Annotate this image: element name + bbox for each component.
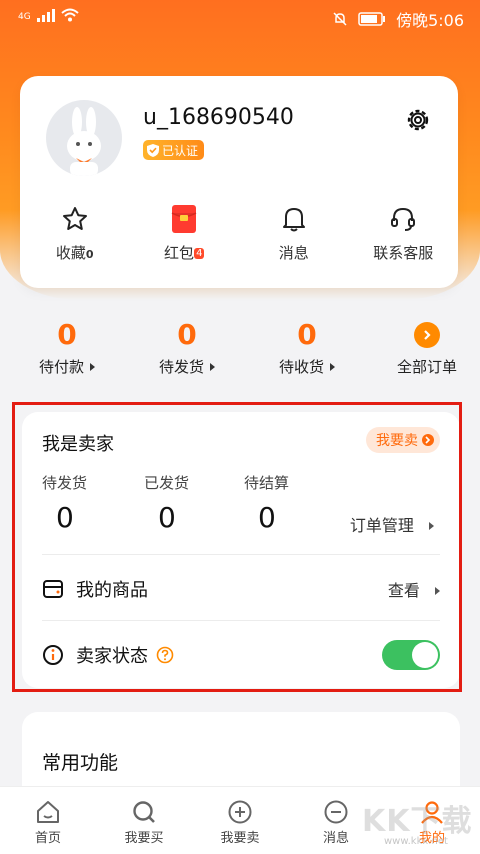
quick-action-label: 红包 — [164, 244, 195, 262]
home-icon — [37, 801, 59, 823]
profile-card: u_168690540 已认证 收藏0 红包 4 消息 联系客服 — [20, 76, 458, 288]
quick-action-label: 联系客服 — [373, 244, 434, 262]
order-label: 待收货 — [278, 358, 324, 376]
wifi-icon — [61, 8, 79, 22]
avatar[interactable] — [46, 100, 122, 176]
battery-icon — [358, 12, 386, 26]
rabbit-avatar-icon — [67, 107, 101, 176]
buyer-order-row: 0 待付款 0 待发货 0 待收货 全部订单 — [0, 318, 480, 382]
tab-sell[interactable]: 我要卖 — [192, 787, 288, 854]
triangle-right-icon — [210, 363, 215, 371]
highlight-frame — [12, 402, 462, 692]
watermark: KK下载 — [362, 804, 473, 839]
tab-buy[interactable]: 我要买 — [96, 787, 192, 854]
tab-label: 消息 — [322, 831, 349, 846]
quick-action-messages[interactable]: 消息 — [249, 204, 339, 263]
order-label: 待发货 — [158, 358, 204, 376]
verified-label: 已认证 — [162, 143, 199, 158]
tab-label: 我要卖 — [220, 831, 260, 846]
order-count: 0 — [177, 318, 197, 351]
order-pending-shipment[interactable]: 0 待发货 — [134, 318, 240, 382]
clock: 傍晚5:06 — [396, 11, 464, 30]
chat-icon — [324, 800, 348, 824]
status-bar: 4G 傍晚5:06 — [0, 0, 480, 36]
favorites-count: 0 — [85, 248, 94, 261]
tab-label: 首页 — [34, 831, 61, 846]
mute-bell-icon — [333, 12, 347, 26]
quick-action-favorites[interactable]: 收藏0 — [30, 204, 120, 263]
order-count: 0 — [57, 318, 77, 351]
quick-action-customer-service[interactable]: 联系客服 — [358, 204, 448, 263]
order-all[interactable]: 全部订单 — [374, 318, 480, 382]
tab-label: 我要买 — [124, 831, 164, 846]
triangle-right-icon — [330, 363, 335, 371]
quick-action-label: 消息 — [278, 244, 309, 262]
tab-home[interactable]: 首页 — [0, 787, 96, 854]
order-count: 0 — [297, 318, 317, 351]
gear-icon[interactable] — [404, 106, 432, 134]
order-label: 全部订单 — [396, 358, 457, 376]
common-functions-title: 常用功能 — [42, 752, 119, 774]
username: u_168690540 — [143, 105, 294, 130]
quick-action-red-packet[interactable]: 红包 4 — [139, 204, 229, 263]
shield-check-icon — [147, 143, 159, 157]
search-buy-icon — [133, 801, 155, 823]
red-packet-count-badge: 4 — [194, 248, 205, 259]
signal-icon — [36, 8, 55, 22]
watermark-url: www.kkx.net — [384, 836, 448, 847]
star-icon — [62, 207, 87, 230]
headset-icon — [391, 207, 416, 231]
network-type: 4G — [18, 12, 31, 22]
plus-circle-icon — [228, 800, 252, 824]
verified-badge: 已认证 — [143, 140, 205, 160]
red-envelope-icon — [171, 205, 197, 233]
quick-action-label: 收藏 — [55, 244, 86, 262]
order-pending-payment[interactable]: 0 待付款 — [14, 318, 120, 382]
arrow-right-circle-icon — [414, 322, 440, 348]
order-label: 待付款 — [38, 358, 84, 376]
order-pending-receipt[interactable]: 0 待收货 — [254, 318, 360, 382]
triangle-right-icon — [90, 363, 95, 371]
bell-icon — [282, 208, 305, 232]
